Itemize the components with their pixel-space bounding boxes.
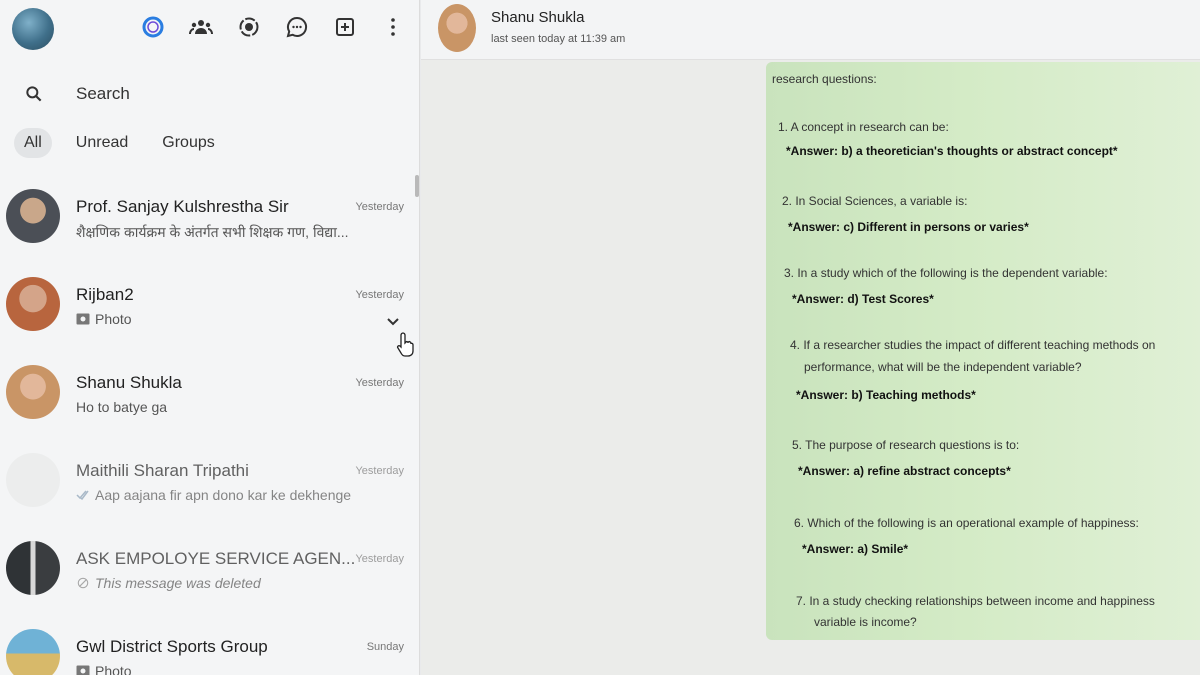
chat-preview: This message was deleted: [76, 575, 396, 591]
chat-item-ask-employee[interactable]: ASK EMPOLOYE SERVICE AGEN... Yesterday T…: [0, 527, 419, 615]
chat-preview: Photo: [76, 663, 396, 675]
chat-name: Prof. Sanjay Kulshrestha Sir: [76, 197, 289, 216]
question-7-cont: variable is income?: [814, 615, 917, 629]
chat-preview: Ho to batye ga: [76, 399, 396, 415]
photo-icon: [76, 665, 90, 675]
chat-name: Shanu Shukla: [76, 373, 182, 392]
avatar: [6, 365, 60, 419]
chat-time: Yesterday: [355, 553, 404, 565]
chat-preview-text: Ho to batye ga: [76, 399, 168, 415]
chat-preview-text: Photo: [95, 311, 132, 327]
chat-preview: शैक्षणिक कार्यक्रम के अंतर्गत सभी शिक्षक…: [76, 223, 396, 242]
chat-item-sanjay[interactable]: Prof. Sanjay Kulshrestha Sir Yesterday श…: [0, 175, 419, 263]
avatar: [6, 277, 60, 331]
conversation-panel: Shanu Shukla last seen today at 11:39 am…: [421, 0, 1200, 675]
contact-name: Shanu Shukla: [491, 9, 585, 26]
question-5: 5. The purpose of research questions is …: [792, 438, 1020, 452]
profile-avatar[interactable]: [12, 8, 54, 50]
menu-icon[interactable]: [380, 14, 406, 40]
chat-list: Prof. Sanjay Kulshrestha Sir Yesterday श…: [0, 175, 419, 675]
chat-time: Yesterday: [355, 289, 404, 301]
chat-time: Yesterday: [355, 201, 404, 213]
conversation-header[interactable]: Shanu Shukla last seen today at 11:39 am: [421, 0, 1200, 60]
chat-name: Gwl District Sports Group: [76, 637, 268, 656]
chat-name: Rijban2: [76, 285, 134, 304]
photo-icon: [76, 313, 90, 325]
deleted-icon: [77, 577, 89, 589]
new-chat-icon[interactable]: [332, 14, 358, 40]
avatar: [6, 629, 60, 675]
message-bubble[interactable]: research questions: 1. A concept in rese…: [766, 62, 1200, 640]
chat-item-rijban2[interactable]: Rijban2 Yesterday Photo: [0, 263, 419, 357]
avatar: [6, 453, 60, 507]
chat-preview: Aap aajana fir apn dono kar ke dekhenge: [76, 487, 396, 503]
chat-name: Maithili Sharan Tripathi: [76, 461, 249, 480]
question-2: 2. In Social Sciences, a variable is:: [782, 194, 968, 208]
status-icon[interactable]: [236, 14, 262, 40]
answer-5: *Answer: a) refine abstract concepts*: [798, 464, 1011, 478]
question-3: 3. In a study which of the following is …: [784, 266, 1108, 280]
chat-time: Sunday: [366, 641, 404, 653]
answer-2: *Answer: c) Different in persons or vari…: [788, 220, 1029, 234]
question-7: 7. In a study checking relationships bet…: [796, 594, 1155, 608]
message-heading: research questions:: [772, 72, 877, 86]
communities-icon[interactable]: [188, 14, 214, 40]
chat-item-gwl-sports[interactable]: Gwl District Sports Group Sunday Photo: [0, 615, 419, 675]
filter-unread[interactable]: Unread: [66, 128, 138, 158]
chat-preview-text: Photo: [95, 663, 132, 675]
chat-time: Yesterday: [355, 465, 404, 477]
answer-3: *Answer: d) Test Scores*: [792, 292, 934, 306]
avatar: [6, 541, 60, 595]
search-input[interactable]: [76, 84, 376, 104]
chat-preview-text: शैक्षणिक कार्यक्रम के अंतर्गत सभी शिक्षक…: [76, 224, 349, 240]
chevron-down-icon[interactable]: [386, 315, 400, 329]
question-4: 4. If a researcher studies the impact of…: [790, 338, 1156, 352]
answer-1: *Answer: b) a theoretician's thoughts or…: [786, 144, 1118, 158]
question-6: 6. Which of the following is an operatio…: [794, 516, 1139, 530]
answer-6: *Answer: a) Smile*: [802, 542, 909, 556]
chat-item-shanu[interactable]: Shanu Shukla Yesterday Ho to batye ga: [0, 351, 419, 439]
filter-all[interactable]: All: [14, 128, 52, 158]
double-check-icon: [76, 490, 89, 501]
chat-preview-text: Aap aajana fir apn dono kar ke dekhenge: [95, 487, 352, 503]
chat-filters: All Unread Groups: [14, 128, 225, 158]
contact-avatar[interactable]: [438, 4, 476, 52]
sidebar-header: [0, 0, 419, 62]
question-4-cont: performance, what will be the independen…: [804, 360, 1082, 374]
answer-4: *Answer: b) Teaching methods*: [796, 388, 976, 402]
chat-item-maithili[interactable]: Maithili Sharan Tripathi Yesterday Aap a…: [0, 439, 419, 527]
question-1: 1. A concept in research can be:: [778, 120, 949, 134]
chat-time: Yesterday: [355, 377, 404, 389]
last-seen-status: last seen today at 11:39 am: [491, 33, 626, 45]
chat-preview: Photo: [76, 311, 396, 327]
filter-groups[interactable]: Groups: [152, 128, 224, 158]
chat-name: ASK EMPOLOYE SERVICE AGEN...: [76, 549, 356, 568]
search-bar[interactable]: [0, 74, 419, 114]
chat-preview-text: This message was deleted: [95, 575, 261, 591]
avatar: [6, 189, 60, 243]
search-icon: [26, 86, 42, 102]
chat-sidebar: All Unread Groups Prof. Sanjay Kulshrest…: [0, 0, 420, 675]
channels-icon[interactable]: [284, 14, 310, 40]
meta-ai-icon[interactable]: [140, 14, 166, 40]
